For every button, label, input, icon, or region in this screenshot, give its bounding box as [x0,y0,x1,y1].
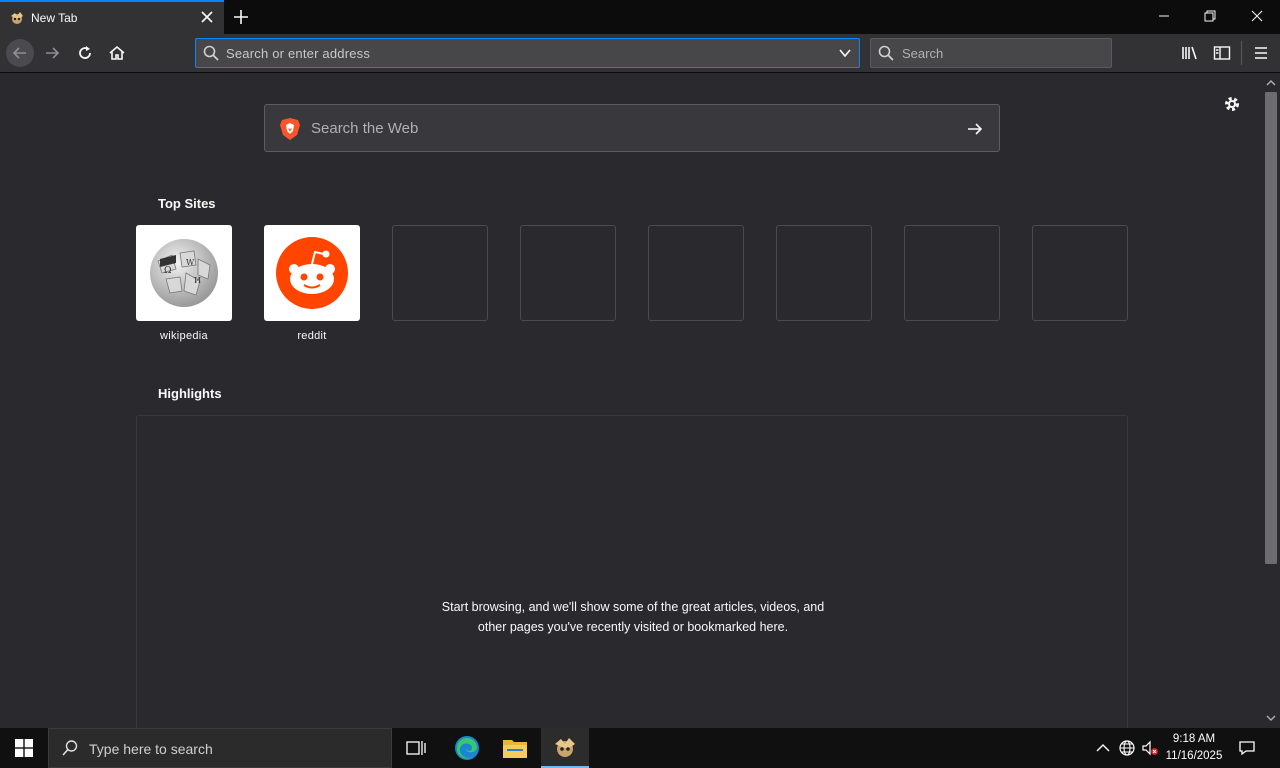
top-site-tile-reddit[interactable] [264,225,360,321]
scroll-down-arrow-icon[interactable] [1265,712,1277,724]
top-site-tile-empty[interactable] [648,225,744,321]
back-arrow-icon [12,47,26,59]
top-site-tile-empty[interactable] [520,225,616,321]
reddit-logo-icon [276,237,348,309]
top-site-tile-empty[interactable] [1032,225,1128,321]
task-view-button[interactable] [392,728,440,768]
firefox-icon [11,12,23,24]
close-window-icon[interactable] [1247,6,1267,26]
new-tab-page: Search the Web Top Sites Ω W И wikipedia [0,74,1262,728]
top-site-tile-empty[interactable] [904,225,1000,321]
web-search-box[interactable]: Search the Web [264,104,1000,152]
chevron-down-icon[interactable] [837,45,853,61]
system-clock[interactable]: 9:18 AM 11/16/2025 [1158,731,1230,765]
reload-button[interactable] [71,39,99,67]
search-icon [203,45,219,61]
taskbar-search-box[interactable]: Type here to search [48,728,392,768]
address-bar[interactable]: Search or enter address [195,38,860,68]
gear-icon[interactable] [1222,94,1242,114]
reload-icon [79,46,91,59]
highlights-panel: Start browsing, and we'll show some of t… [136,415,1128,728]
top-site-label: reddit [297,330,327,342]
svg-text:W: W [186,258,195,267]
taskbar-app-edge[interactable] [443,728,491,768]
highlights-empty-message: Start browsing, and we'll show some of t… [441,600,825,634]
home-icon [109,45,125,60]
windows-taskbar: Type here to search 9:18 AM 11/16/2025 [0,728,1280,768]
forward-button[interactable] [38,39,66,67]
top-site-label: wikipedia [160,330,208,342]
svg-text:Ω: Ω [164,266,171,276]
notification-center-icon[interactable] [1238,739,1256,757]
library-icon[interactable] [1180,43,1200,63]
menu-hamburger-icon[interactable] [1251,43,1271,63]
edge-browser-icon [455,736,479,760]
volume-muted-icon[interactable] [1141,739,1159,757]
folder-icon [503,740,527,758]
firefox-icon [555,738,575,757]
minimize-icon[interactable] [1154,6,1174,26]
search-bar-placeholder: Search [902,46,944,61]
scrollbar-thumb[interactable] [1265,92,1277,564]
restore-icon[interactable] [1200,6,1220,26]
top-site-tile-empty[interactable] [776,225,872,321]
tab-new-tab[interactable]: New Tab [0,0,224,34]
web-search-placeholder: Search the Web [311,120,419,137]
taskbar-search-placeholder: Type here to search [89,741,213,757]
search-icon [878,45,894,61]
search-icon [62,740,78,756]
task-view-icon [406,741,426,755]
taskbar-app-file-explorer[interactable] [491,728,539,768]
clock-time: 9:18 AM [1172,733,1216,745]
top-sites-heading: Top Sites [158,196,216,211]
network-globe-icon[interactable] [1118,739,1136,757]
windows-logo-icon [15,739,33,757]
toolbar-separator [1241,41,1242,65]
search-bar[interactable]: Search [870,38,1112,68]
vertical-scrollbar[interactable] [1262,74,1280,728]
start-button[interactable] [0,728,48,768]
forward-arrow-icon [46,47,60,59]
new-tab-plus-icon[interactable] [230,6,252,28]
top-site-tile-wikipedia[interactable]: Ω W И [136,225,232,321]
address-bar-placeholder: Search or enter address [226,46,371,61]
wikipedia-globe-icon: Ω W И [150,239,218,307]
home-button[interactable] [103,39,131,67]
clock-date: 11/16/2025 [1165,750,1223,762]
top-site-tile-empty[interactable] [392,225,488,321]
navigation-toolbar: Search or enter address Search [0,34,1280,73]
highlights-heading: Highlights [158,386,222,401]
arrow-right-icon[interactable] [965,119,985,139]
back-button[interactable] [6,39,34,67]
tab-bar: New Tab [0,0,1280,34]
tab-title: New Tab [31,11,78,25]
chevron-up-icon[interactable] [1094,739,1112,757]
brave-lion-icon [280,118,300,140]
taskbar-app-firefox[interactable] [541,728,589,768]
sidebar-icon[interactable] [1212,43,1232,63]
scroll-up-arrow-icon[interactable] [1265,77,1277,89]
close-tab-icon[interactable] [198,8,216,26]
svg-text:И: И [194,276,201,285]
